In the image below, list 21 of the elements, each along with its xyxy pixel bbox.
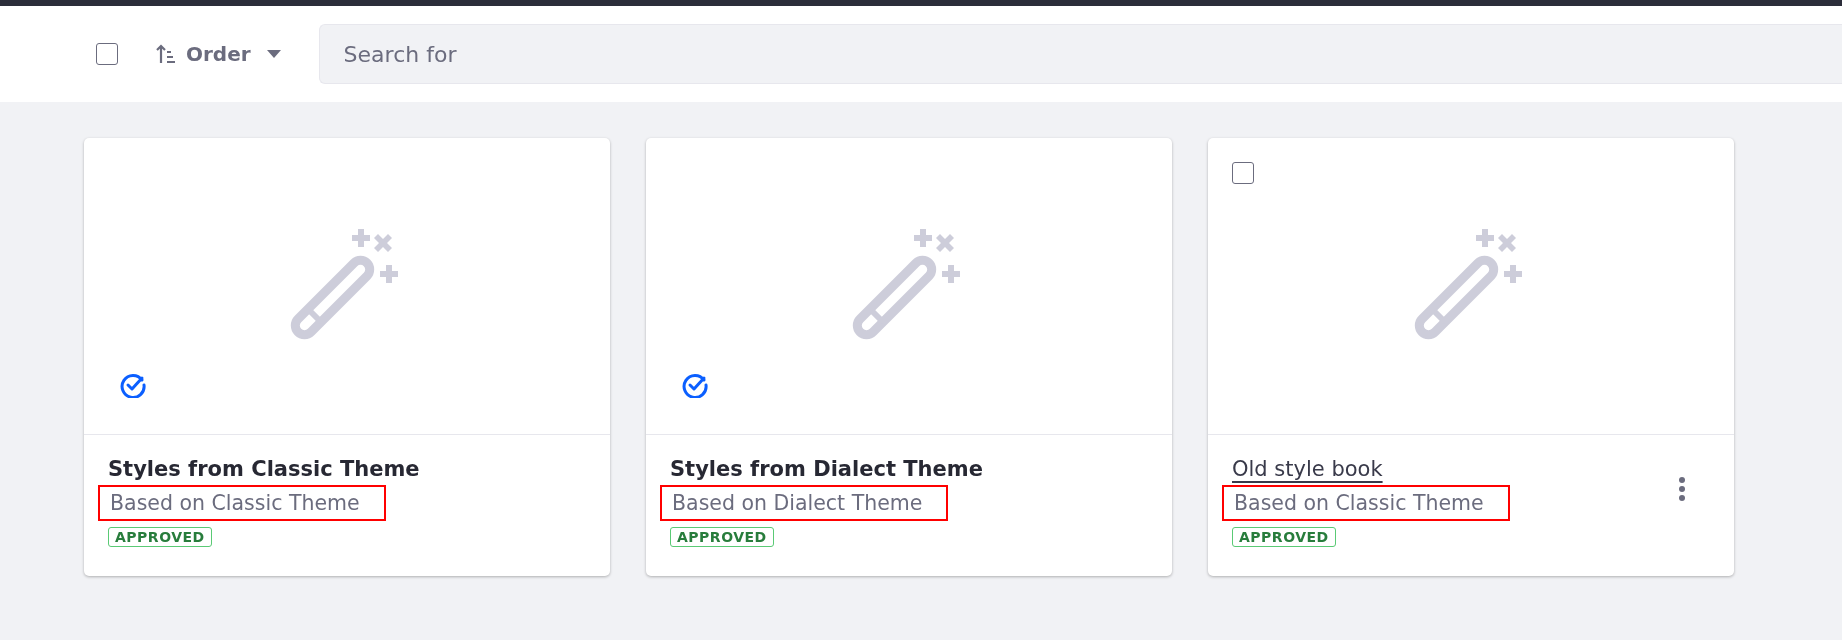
style-book-card[interactable]: Old style book Based on Classic Theme APPROVED [1208,138,1734,576]
check-circle-icon [120,372,146,398]
status-label: APPROVED [670,527,774,547]
checkbox[interactable] [96,43,118,65]
style-book-card[interactable]: Styles from Dialect Theme Based on Dialect Theme APPROVED [646,138,1172,576]
card-title: Styles from Dialect Theme [670,456,983,483]
checkbox[interactable] [1232,162,1254,184]
sort-icon [156,43,176,65]
status-label: APPROVED [1232,527,1336,547]
card-title: Styles from Classic Theme [108,456,420,483]
title-link[interactable]: Old style book [1232,455,1383,483]
highlighted-subtitle: Based on Classic Theme [1222,485,1510,521]
kebab-icon [1679,477,1685,501]
status-label: APPROVED [108,527,212,547]
highlighted-subtitle: Based on Classic Theme [98,485,386,521]
highlighted-subtitle: Based on Dialect Theme [660,485,949,521]
caret-icon [266,50,281,58]
search-field[interactable]: Search for [318,24,1842,84]
check-circle-icon [682,372,708,398]
order-button[interactable]: Order [152,34,285,74]
style-book-card[interactable]: Styles from Classic Theme Based on Classic Theme APPROVED [84,138,610,576]
